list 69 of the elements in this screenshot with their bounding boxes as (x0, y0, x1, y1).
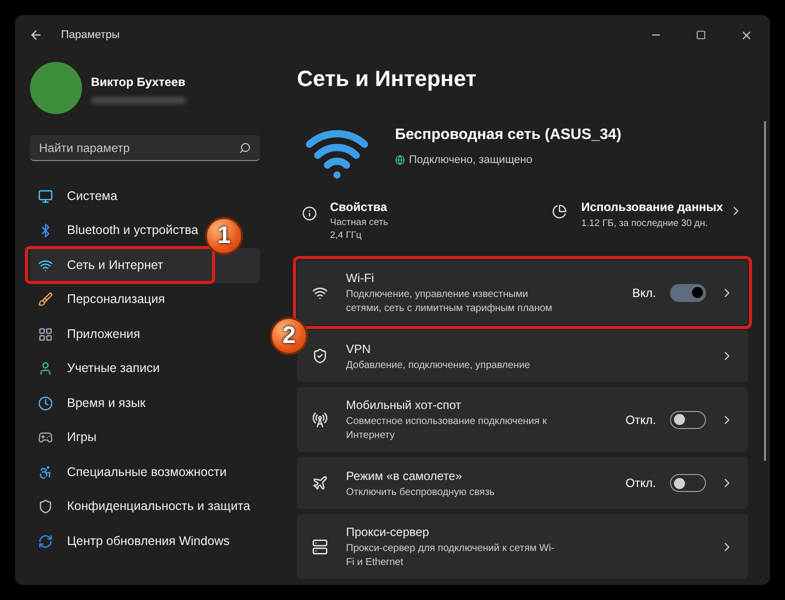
antenna-icon (312, 412, 328, 428)
nav-item[interactable]: Bluetooth и устройства (30, 214, 204, 248)
user-name: Виктор Бухтеев (91, 74, 186, 90)
clock-icon (38, 396, 53, 411)
nav-item[interactable]: Приложения (30, 317, 146, 352)
page-title: Сеть и Интернет (297, 65, 478, 93)
network-name: Беспроводная сеть (ASUS_34) (395, 125, 622, 145)
search-field[interactable]: Найти параметр (30, 135, 260, 161)
back-icon[interactable] (29, 28, 43, 42)
settings-card[interactable]: Прокси-сервер Прокси-сервер для подключений к сетям Wi-Fi и Ethernet (297, 514, 748, 579)
nav-item[interactable]: Сеть и Интернет (30, 248, 260, 282)
nav-item[interactable]: Учетные записи (30, 352, 166, 386)
card-title: Wi-Fi (346, 270, 375, 287)
data-usage-text: 1.12 ГБ, за последние 30 дн. (581, 217, 709, 230)
nav-item[interactable]: Центр обновления Windows (30, 524, 236, 558)
nav-item[interactable]: Время и язык (30, 386, 152, 420)
scrollbar[interactable] (764, 121, 766, 461)
pie-chart-icon (552, 204, 568, 219)
monitor-icon (38, 188, 53, 204)
wifi-icon (312, 284, 328, 300)
globe-icon (395, 154, 405, 165)
shield-icon (312, 348, 328, 364)
toggle-switch[interactable] (670, 284, 706, 302)
nav-item[interactable]: Специальные возможности (30, 455, 233, 490)
data-usage-link[interactable]: Использование данных (581, 198, 723, 216)
number-badge: 1 (205, 217, 243, 255)
property-text: Частная сеть (330, 216, 388, 229)
accessibility-icon (38, 464, 53, 480)
card-title: Режим «в самолете» (346, 468, 464, 484)
user-icon (38, 361, 53, 376)
update-icon (38, 534, 53, 549)
toggle-state: Вкл. (632, 284, 656, 302)
card-description: Подключение, управление известными сетями, сеть с лимитным тарифным планом (346, 288, 554, 316)
close-icon[interactable] (740, 28, 753, 42)
info-icon (302, 206, 317, 221)
card-description: Прокси-сервер для подключений к сетям Wi-Fi и Ethernet (346, 542, 556, 570)
card-title: VPN (346, 340, 372, 358)
settings-card[interactable]: VPN Добавление, подключение, управление (297, 330, 748, 382)
network-status: Подключено, защищено (409, 152, 532, 168)
apps-grid-icon (38, 326, 53, 342)
server-icon (312, 538, 328, 554)
number-badge: 2 (270, 317, 308, 355)
toggle-switch[interactable] (670, 474, 706, 492)
gamepad-icon (38, 430, 53, 446)
search-icon (239, 142, 251, 154)
toggle-state: Откл. (625, 412, 656, 428)
card-description: Совместное использование подключения к Интернету (346, 415, 548, 443)
nav-item[interactable]: Конфиденциальность и защита (30, 490, 256, 524)
property-text: 2,4 ГГц (330, 229, 363, 242)
card-description: Отключить беспроводную связь (346, 486, 496, 500)
properties-link[interactable]: Свойства (330, 198, 388, 216)
card-title: Мобильный хот-спот (346, 397, 462, 414)
airplane-icon (312, 475, 328, 491)
settings-card[interactable]: Мобильный хот-спот Совместное использование подключения к Интернету Откл. (297, 387, 748, 452)
toggle-state: Откл. (625, 475, 656, 492)
settings-card[interactable]: Wi-Fi Подключение, управление известными сетями, сеть с лимитным тарифным планом Вкл. (297, 260, 748, 325)
avatar (30, 62, 82, 114)
card-description: Добавление, подключение, управление (346, 358, 532, 372)
maximize-icon[interactable] (696, 30, 706, 40)
shield-icon (38, 499, 53, 514)
wifi-icon (38, 258, 53, 273)
nav-item[interactable]: Игры (30, 420, 102, 455)
card-title: Прокси-сервер (346, 524, 430, 541)
toggle-switch[interactable] (670, 410, 706, 428)
settings-card[interactable]: Режим «в самолете» Отключить беспроводную связь Откл. (297, 457, 748, 509)
nav-item[interactable]: Персонализация (30, 282, 171, 317)
nav-item[interactable]: Система (30, 179, 124, 214)
brush-icon (38, 292, 53, 308)
window-title: Параметры (61, 28, 120, 43)
